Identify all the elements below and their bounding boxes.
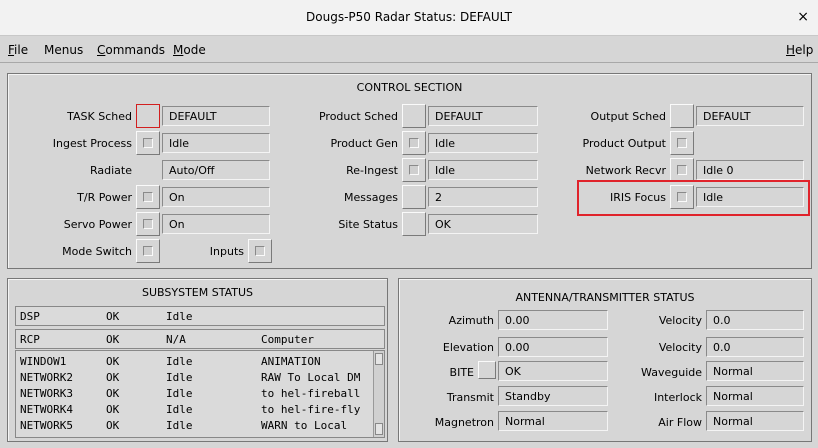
menu-menus[interactable]: Menus [44, 43, 83, 57]
site-status-value: OK [428, 214, 538, 234]
title-bar: Dougs-P50 Radar Status: DEFAULT × [0, 0, 818, 36]
window-title: Dougs-P50 Radar Status: DEFAULT [306, 10, 512, 24]
ingest-process-button[interactable] [136, 131, 160, 155]
product-gen-value: Idle [428, 133, 538, 153]
servo-power-button[interactable] [136, 212, 160, 236]
ingest-process-label: Ingest Process [52, 137, 132, 150]
tr-power-value: On [162, 187, 270, 207]
scroll-up-arrow-icon[interactable] [375, 353, 383, 365]
close-icon[interactable]: × [797, 9, 809, 25]
subsystem-status-title: SUBSYSTEM STATUS [142, 286, 253, 299]
output-sched-value: DEFAULT [696, 106, 804, 126]
iris-focus-button[interactable] [670, 185, 694, 209]
task-sched-button[interactable] [136, 104, 160, 128]
product-output-label: Product Output [582, 137, 666, 150]
antenna-transmitter-title: ANTENNA/TRANSMITTER STATUS [515, 291, 695, 304]
tr-power-button[interactable] [136, 185, 160, 209]
product-sched-button[interactable] [402, 104, 426, 128]
subsystem-row-rcp[interactable]: RCP OK N/A Computer [15, 329, 385, 349]
site-status-label: Site Status [338, 218, 398, 231]
waveguide-label: Waveguide [641, 366, 702, 379]
subsystem-scrollbar[interactable] [373, 351, 384, 437]
elevation-value: 0.00 [498, 337, 608, 357]
interlock-label: Interlock [653, 391, 702, 404]
radiate-label: Radiate [89, 164, 132, 177]
task-sched-label: TASK Sched [67, 110, 132, 123]
menu-mode[interactable]: Mode [173, 43, 206, 57]
waveguide-value: Normal [706, 361, 804, 381]
air-flow-label: Air Flow [658, 416, 702, 429]
list-item[interactable]: NETWORK5 OK Idle WARN to Local [16, 419, 376, 434]
product-gen-label: Product Gen [330, 137, 398, 150]
re-ingest-label: Re-Ingest [346, 164, 398, 177]
magnetron-value: Normal [498, 411, 608, 431]
menu-bar: File Menus Commands Mode Help [0, 37, 818, 63]
velocity-value-2: 0.0 [706, 337, 804, 357]
re-ingest-value: Idle [428, 160, 538, 180]
mode-switch-button[interactable] [136, 239, 160, 263]
network-recvr-label: Network Recvr [585, 164, 666, 177]
network-recvr-button[interactable] [670, 158, 694, 182]
messages-value: 2 [428, 187, 538, 207]
azimuth-label: Azimuth [448, 314, 494, 327]
product-output-button[interactable] [670, 131, 694, 155]
control-section-title: CONTROL SECTION [356, 81, 463, 94]
servo-power-label: Servo Power [63, 218, 132, 231]
menu-file[interactable]: File [8, 43, 28, 57]
inputs-label: Inputs [209, 245, 244, 258]
elevation-label: Elevation [442, 341, 494, 354]
ingest-process-value: Idle [162, 133, 270, 153]
product-sched-value: DEFAULT [428, 106, 538, 126]
velocity-label-1: Velocity [658, 314, 702, 327]
product-gen-button[interactable] [402, 131, 426, 155]
messages-button[interactable] [402, 185, 426, 209]
product-sched-label: Product Sched [318, 110, 398, 123]
transmit-label: Transmit [446, 391, 494, 404]
air-flow-value: Normal [706, 411, 804, 431]
velocity-label-2: Velocity [658, 341, 702, 354]
list-item[interactable]: NETWORK3 OK Idle to hel-fireball [16, 387, 376, 402]
bite-label: BITE [449, 366, 474, 379]
iris-focus-label: IRIS Focus [609, 191, 666, 204]
mode-switch-label: Mode Switch [62, 245, 132, 258]
iris-focus-value: Idle [696, 187, 804, 207]
subsystem-list[interactable]: WINDOW1 OK Idle ANIMATION NETWORK2 OK Id… [15, 350, 385, 438]
network-recvr-value: Idle 0 [696, 160, 804, 180]
task-sched-value: DEFAULT [162, 106, 270, 126]
bite-button[interactable] [478, 361, 496, 379]
subsystem-row-dsp[interactable]: DSP OK Idle [15, 306, 385, 326]
azimuth-value: 0.00 [498, 310, 608, 330]
radiate-value: Auto/Off [162, 160, 270, 180]
re-ingest-button[interactable] [402, 158, 426, 182]
transmit-value: Standby [498, 386, 608, 406]
magnetron-label: Magnetron [434, 416, 494, 429]
messages-label: Messages [344, 191, 398, 204]
tr-power-label: T/R Power [77, 191, 132, 204]
menu-help[interactable]: Help [786, 43, 813, 57]
interlock-value: Normal [706, 386, 804, 406]
output-sched-label: Output Sched [590, 110, 666, 123]
scroll-down-arrow-icon[interactable] [375, 423, 383, 435]
bite-value: OK [498, 361, 608, 381]
inputs-button[interactable] [248, 239, 272, 263]
menu-commands[interactable]: Commands [97, 43, 165, 57]
servo-power-value: On [162, 214, 270, 234]
list-item[interactable]: NETWORK2 OK Idle RAW To Local DM [16, 371, 376, 386]
output-sched-button[interactable] [670, 104, 694, 128]
velocity-value-1: 0.0 [706, 310, 804, 330]
site-status-button[interactable] [402, 212, 426, 236]
list-item[interactable]: NETWORK4 OK Idle to hel-fire-fly [16, 403, 376, 418]
list-item[interactable]: WINDOW1 OK Idle ANIMATION [16, 355, 376, 370]
